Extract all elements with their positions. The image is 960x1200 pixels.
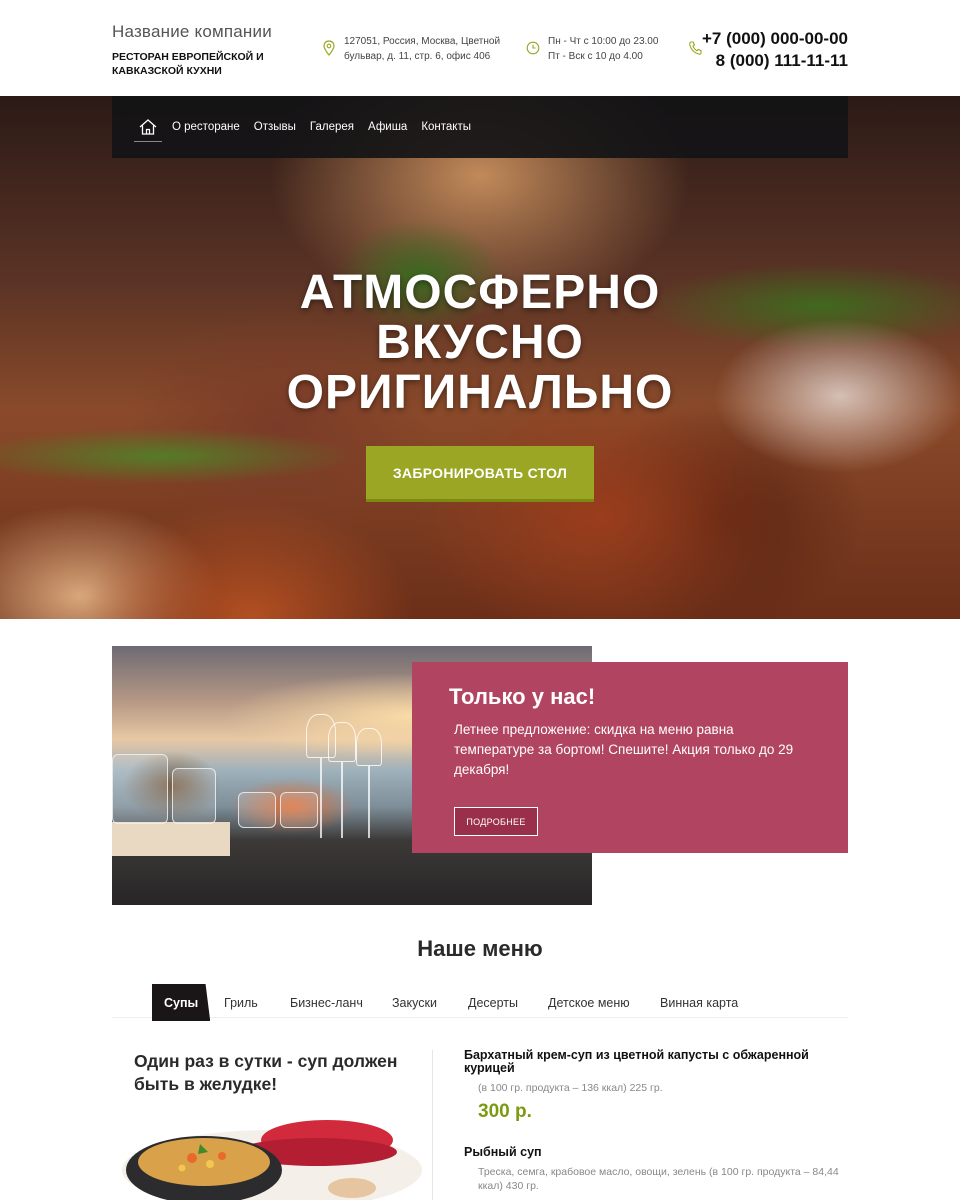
home-icon — [139, 118, 157, 135]
dish-item: Рыбный суп Треска, семга, крабовое масло… — [464, 1146, 848, 1193]
menu-title: Наше меню — [417, 936, 543, 961]
site-header: Название компании РЕСТОРАН ЕВРОПЕЙСКОЙ И… — [0, 0, 960, 96]
hero-title-line2: ВКУСНО — [376, 316, 584, 369]
address-text: 127051, Россия, Москва, Цветной бульвар,… — [344, 34, 500, 64]
address-line1: 127051, Россия, Москва, Цветной — [344, 36, 501, 47]
wine-glass-stem — [320, 758, 322, 838]
tab-desserts[interactable]: Десерты — [468, 984, 518, 1021]
dish-description: (в 100 гр. продукта – 136 ккал) 225 гр. — [478, 1082, 663, 1094]
phone-numbers: +7 (000) 000-00-00 8 (000) 111-11-11 — [702, 28, 848, 72]
hours-line1: Пн - Чт с 10:00 до 23.00 — [548, 36, 659, 47]
promo-title: Только у нас! — [449, 684, 596, 709]
hero-title-line1: АТМОСФЕРНО — [299, 266, 661, 319]
tab-snacks[interactable]: Закуски — [392, 984, 437, 1021]
company-tagline-line2: КАВКАЗСКОЙ КУХНИ — [112, 65, 222, 77]
dish-item: Бархатный крем-суп из цветной капусты с … — [464, 1049, 848, 1123]
address-line2: бульвар, д. 11, стр. 6, офис 406 — [344, 51, 491, 62]
hours-line2: Пт - Вск с 10 до 4.00 — [548, 51, 643, 62]
phone-secondary[interactable]: 8 (000) 111-11-11 — [702, 50, 848, 72]
menu-intro: Один раз в сутки - суп должен быть в жел… — [112, 1042, 432, 1200]
hero-title-line3: ОРИГИНАЛЬНО — [286, 366, 674, 419]
phone-primary[interactable]: +7 (000) 000-00-00 — [702, 28, 848, 50]
tab-wine-list[interactable]: Винная карта — [660, 984, 738, 1021]
dish-description: Треска, семга, крабовое масло, овощи, зе… — [478, 1166, 839, 1192]
wine-glass-stem — [341, 762, 343, 838]
wine-glass-decor — [356, 728, 382, 766]
soup-illustration — [122, 1120, 422, 1200]
more-button[interactable]: ПОДРОБНЕЕ — [454, 807, 538, 836]
tab-soups[interactable]: Супы — [152, 984, 211, 1021]
promo-box: Только у нас! Летнее предложение: скидка… — [412, 662, 848, 853]
tray-decor — [112, 822, 230, 856]
main-nav: О ресторане Отзывы Галерея Афиша Контакт… — [112, 96, 848, 158]
jar-decor — [112, 754, 168, 824]
nav-item-events[interactable]: Афиша — [368, 121, 407, 133]
dish-name: Бархатный крем-суп из цветной капусты с … — [464, 1048, 809, 1075]
company-name[interactable]: Название компании — [112, 22, 272, 42]
nav-item-about[interactable]: О ресторане — [172, 121, 240, 133]
hero-banner: О ресторане Отзывы Галерея Афиша Контакт… — [0, 96, 960, 619]
wine-glass-stem — [368, 766, 370, 838]
hours-block: Пн - Чт с 10:00 до 23.00 Пт - Вск с 10 д… — [526, 34, 658, 64]
address-block: 127051, Россия, Москва, Цветной бульвар,… — [322, 34, 500, 64]
company-tagline: РЕСТОРАН ЕВРОПЕЙСКОЙ И КАВКАЗСКОЙ КУХНИ — [112, 50, 302, 78]
jar-decor — [238, 792, 276, 828]
jar-decor — [280, 792, 318, 828]
nav-item-contacts[interactable]: Контакты — [421, 121, 471, 133]
menu-divider — [432, 1050, 433, 1200]
soup-image — [112, 1100, 432, 1200]
promo-text: Летнее предложение: скидка на меню равна… — [454, 722, 794, 777]
menu-tabs: Супы Гриль Бизнес-ланч Закуски Десерты Д… — [112, 984, 848, 1021]
menu-intro-heading: Один раз в сутки - суп должен быть в жел… — [134, 1051, 398, 1094]
jar-decor — [172, 768, 216, 824]
dish-price: 300 р. — [478, 1101, 532, 1122]
phone-icon — [689, 41, 702, 55]
wine-glass-decor — [328, 722, 356, 762]
tab-kids-menu[interactable]: Детское меню — [548, 984, 630, 1021]
tab-grill[interactable]: Гриль — [224, 984, 258, 1021]
hero-title: АТМОСФЕРНО ВКУСНО ОРИГИНАЛЬНО — [0, 268, 960, 418]
hours-text: Пн - Чт с 10:00 до 23.00 Пт - Вск с 10 д… — [548, 34, 658, 64]
nav-home[interactable] — [134, 112, 162, 142]
nav-item-reviews[interactable]: Отзывы — [254, 121, 296, 133]
map-pin-icon — [323, 40, 335, 56]
clock-icon — [526, 41, 540, 55]
company-tagline-line1: РЕСТОРАН ЕВРОПЕЙСКОЙ И — [112, 51, 264, 63]
tab-business-lunch[interactable]: Бизнес-ланч — [290, 984, 363, 1021]
book-table-button[interactable]: ЗАБРОНИРОВАТЬ СТОЛ — [366, 446, 594, 502]
dish-name: Рыбный суп — [464, 1145, 542, 1159]
nav-item-gallery[interactable]: Галерея — [310, 121, 354, 133]
